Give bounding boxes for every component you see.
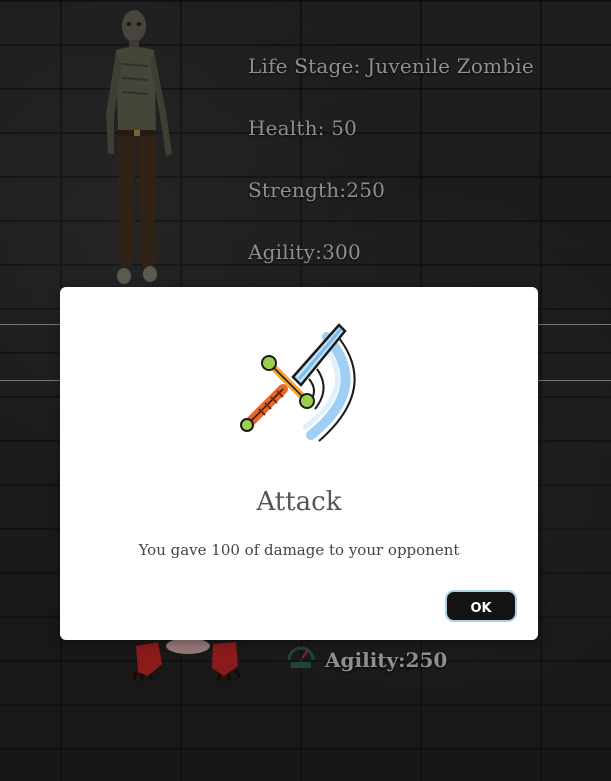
dialog-message: You gave 100 of damage to your opponent xyxy=(138,541,460,559)
sword-slash-icon xyxy=(240,323,356,442)
attack-dialog: Attack You gave 100 of damage to your op… xyxy=(60,287,538,640)
game-screen: Life Stage: Juvenile Zombie Health: 50 S… xyxy=(0,0,611,781)
dialog-title: Attack xyxy=(256,487,342,517)
ok-button[interactable]: OK xyxy=(445,590,517,622)
